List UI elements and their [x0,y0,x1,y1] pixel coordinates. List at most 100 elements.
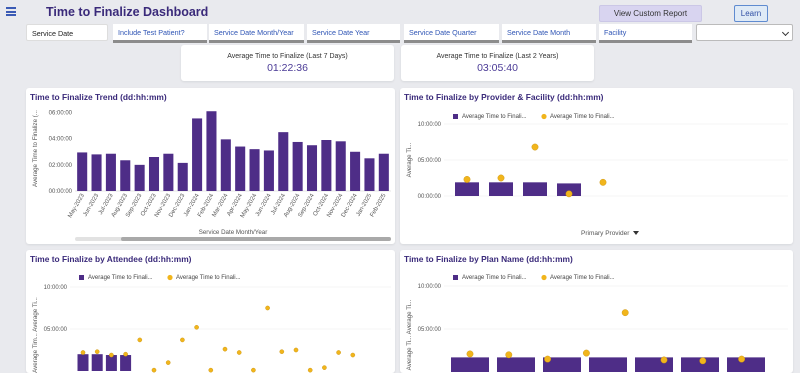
dot [531,143,539,151]
kpi-label: Average Time to Finalize (Last 7 Days) [227,53,348,60]
dot [565,190,573,198]
plan-chart-panel: Time to Finalize by Plan Name (dd:hh:mm)… [400,250,793,373]
dot [165,360,171,365]
dot [80,350,86,355]
trend-bar [148,157,160,191]
dot [222,346,228,352]
filter-service-date-month[interactable]: Service Date Month [502,24,596,43]
page-title: Time to Finalize Dashboard [46,5,209,19]
dot [497,174,505,182]
trend-chart: 00:00:0002:00:0004:00:0006:00:00May-2023… [32,110,391,236]
dot [236,350,242,355]
dot [621,309,629,317]
dot [544,355,552,363]
x-axis-title: Service Date Month/Year [199,229,268,236]
legend-swatch-bar [79,275,84,280]
trend-bar [263,150,274,191]
bar [523,182,547,196]
axis-label: Primary Provider [581,230,630,237]
caret-down-icon [633,231,640,235]
dot [251,367,256,373]
dot [660,356,668,364]
legend-label: Average Time to Finali... [462,275,527,281]
trend-bar [249,149,260,191]
attendee-chart-panel: Time to Finalize by Attendee (dd:hh:mm) … [26,250,395,373]
trend-bar [163,153,174,191]
y-axis-title: Average Ti... [406,142,413,177]
provider-chart: Average Time to Finali... Average Time to… [406,113,788,200]
dot [350,352,356,358]
bar [77,354,89,371]
dot [463,176,471,183]
trend-bar [235,146,246,191]
filter-facility[interactable]: Facility [599,24,692,43]
attendee-chart: Average Time to Finali... Average Time to… [32,274,391,373]
bar [727,357,765,372]
legend-label: Average Time to Finali... [550,275,615,281]
legend-swatch-dot [541,274,547,281]
dot [265,305,270,311]
dot [307,367,313,373]
menu-icon[interactable] [6,7,16,16]
bar [120,355,132,371]
y-tick-label: 10:00:00 [44,285,68,291]
dot [123,351,128,357]
trend-bar [350,151,361,191]
provider-chart-panel: Time to Finalize by Provider & Facility … [400,88,793,244]
trend-bar [77,152,88,191]
dot [738,355,745,363]
learn-button[interactable]: Learn [734,5,768,22]
y-tick-label: 00:00:00 [49,189,73,195]
primary-provider-axis-button[interactable]: Primary Provider [581,230,640,237]
dot [94,349,100,354]
y-tick-label: 04:00:00 [49,137,73,143]
dot [180,337,185,343]
chart-scrollbar[interactable] [75,237,391,241]
legend-label: Average Time to Finali... [462,114,527,120]
y-axis-title: Average Time to Finalize (... [32,110,39,187]
y-tick-label: 10:00:00 [418,284,442,290]
dot [208,367,214,373]
bar [489,182,513,196]
dot [293,347,299,353]
dot [599,178,607,186]
y-tick-label: 02:00:00 [49,163,73,169]
legend-swatch-dot [167,274,173,281]
dot [466,350,474,358]
trend-bar [91,154,102,191]
y-axis-title: Average Ti... Average Ti... [406,299,413,370]
trend-bar [335,141,346,191]
dot [336,350,341,355]
trend-bar [177,162,188,191]
dot [137,337,143,343]
trend-chart-panel: Time to Finalize Trend (dd:hh:mm) 00:00:… [26,88,395,244]
kpi-value: 01:22:36 [267,62,308,74]
dot [194,325,199,330]
view-custom-report-button[interactable]: View Custom Report [599,5,702,22]
filter-include-test-patient[interactable]: Include Test Patient? [113,24,207,43]
dot [151,367,157,373]
trend-bar [120,160,131,191]
chevron-down-icon [781,28,790,37]
y-tick-label: 05:00:00 [418,158,442,164]
dot [279,349,285,354]
bar [589,357,627,372]
filter-service-date-year[interactable]: Service Date Year [307,24,400,43]
filter-service-date-quarter[interactable]: Service Date Quarter [404,24,499,43]
bar [497,357,535,372]
scrollbar-thumb[interactable] [121,237,391,241]
legend-swatch-bar [453,114,458,119]
bar [455,182,479,196]
trend-bar [192,118,203,191]
trend-bar [278,132,289,191]
facility-select[interactable] [696,24,793,41]
filter-service-date-month-year[interactable]: Service Date Month/Year [209,24,304,43]
bar [105,355,117,371]
legend-label: Average Time to Finali... [88,275,153,281]
y-tick-label: 00:00:00 [418,194,442,200]
legend-label: Average Time to Finali... [176,275,241,281]
dot [109,352,114,358]
y-tick-label: 10:00:00 [418,122,442,128]
filter-service-date[interactable]: Service Date [26,24,108,41]
kpi-card-last-7-days: Average Time to Finalize (Last 7 Days) 0… [181,45,394,81]
